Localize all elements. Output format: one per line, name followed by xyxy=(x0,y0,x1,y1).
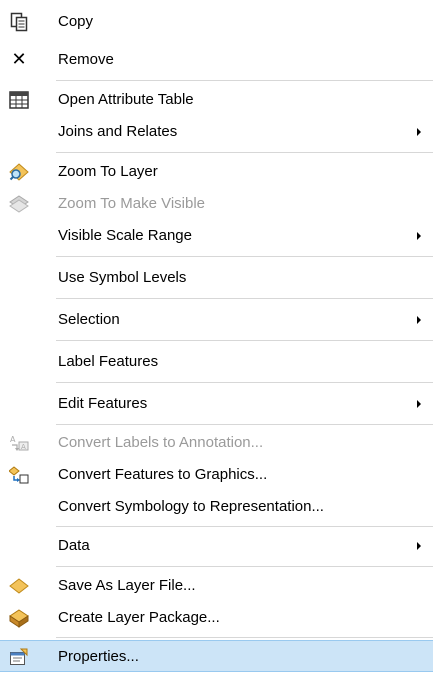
menu-item-label: Selection xyxy=(58,311,120,328)
menu-item-remove[interactable]: ✕ Remove xyxy=(0,44,433,76)
submenu-arrow-icon xyxy=(417,400,421,408)
zoom-to-layer-icon xyxy=(9,162,29,182)
layer-package-icon xyxy=(9,608,29,628)
menu-item-label: Edit Features xyxy=(58,395,148,412)
menu-separator xyxy=(56,526,433,527)
menu-item-label: Create Layer Package... xyxy=(58,609,220,626)
svg-text:A: A xyxy=(21,443,26,451)
menu-item-convert-labels-to-annotation[interactable]: A A Convert Labels to Annotation... xyxy=(0,427,433,459)
menu-item-create-layer-package[interactable]: Create Layer Package... xyxy=(0,602,433,634)
menu-item-edit-features[interactable]: Edit Features xyxy=(0,388,433,420)
menu-item-save-as-layer-file[interactable]: Save As Layer File... xyxy=(0,570,433,602)
submenu-arrow-icon xyxy=(417,316,421,324)
menu-separator xyxy=(56,298,433,299)
menu-item-convert-symbology-to-representation[interactable]: Convert Symbology to Representation... xyxy=(0,491,433,523)
menu-item-properties[interactable]: Properties... xyxy=(0,640,433,672)
menu-item-label: Convert Labels to Annotation... xyxy=(58,434,264,451)
remove-icon: ✕ xyxy=(11,49,27,70)
menu-item-label: Save As Layer File... xyxy=(58,577,196,594)
layer-file-icon xyxy=(9,576,29,596)
menu-separator xyxy=(56,637,433,638)
menu-item-label: Data xyxy=(58,537,90,554)
menu-item-open-attribute-table[interactable]: Open Attribute Table xyxy=(0,84,433,116)
copy-icon xyxy=(9,12,29,32)
menu-item-label: Zoom To Layer xyxy=(58,163,158,180)
menu-separator xyxy=(56,152,433,153)
menu-item-zoom-to-make-visible[interactable]: Zoom To Make Visible xyxy=(0,188,433,220)
properties-icon xyxy=(9,647,29,667)
convert-labels-icon: A A xyxy=(9,433,29,453)
menu-item-selection[interactable]: Selection xyxy=(0,304,433,336)
menu-item-use-symbol-levels[interactable]: Use Symbol Levels xyxy=(0,262,433,294)
menu-item-label: Joins and Relates xyxy=(58,123,178,140)
menu-separator xyxy=(56,340,433,341)
convert-features-icon xyxy=(9,465,29,485)
menu-item-label: Remove xyxy=(58,51,114,68)
menu-item-label-features[interactable]: Label Features xyxy=(0,346,433,378)
menu-item-label: Visible Scale Range xyxy=(58,227,192,244)
menu-item-convert-features-to-graphics[interactable]: Convert Features to Graphics... xyxy=(0,459,433,491)
menu-item-label: Convert Features to Graphics... xyxy=(58,466,268,483)
menu-item-zoom-to-layer[interactable]: Zoom To Layer xyxy=(0,156,433,188)
menu-separator xyxy=(56,80,433,81)
menu-item-label: Open Attribute Table xyxy=(58,91,194,108)
menu-item-label: Properties... xyxy=(58,648,139,665)
menu-item-data[interactable]: Data xyxy=(0,530,433,562)
menu-item-joins-and-relates[interactable]: Joins and Relates xyxy=(0,116,433,148)
menu-item-label: Zoom To Make Visible xyxy=(58,195,206,212)
menu-separator xyxy=(56,382,433,383)
submenu-arrow-icon xyxy=(417,542,421,550)
menu-item-label: Label Features xyxy=(58,353,159,370)
menu-item-label: Copy xyxy=(58,13,94,30)
submenu-arrow-icon xyxy=(417,128,421,136)
menu-item-label: Convert Symbology to Representation... xyxy=(58,498,324,515)
menu-item-copy[interactable]: Copy xyxy=(0,6,433,38)
menu-separator xyxy=(56,424,433,425)
menu-item-visible-scale-range[interactable]: Visible Scale Range xyxy=(0,220,433,252)
submenu-arrow-icon xyxy=(417,232,421,240)
attribute-table-icon xyxy=(9,90,29,110)
svg-text:A: A xyxy=(10,435,16,444)
menu-separator xyxy=(56,566,433,567)
layer-context-menu: Copy ✕ Remove Open Attribute Table Joins… xyxy=(0,0,433,675)
zoom-to-make-visible-icon xyxy=(9,194,29,214)
menu-item-label: Use Symbol Levels xyxy=(58,269,187,286)
menu-separator xyxy=(56,256,433,257)
